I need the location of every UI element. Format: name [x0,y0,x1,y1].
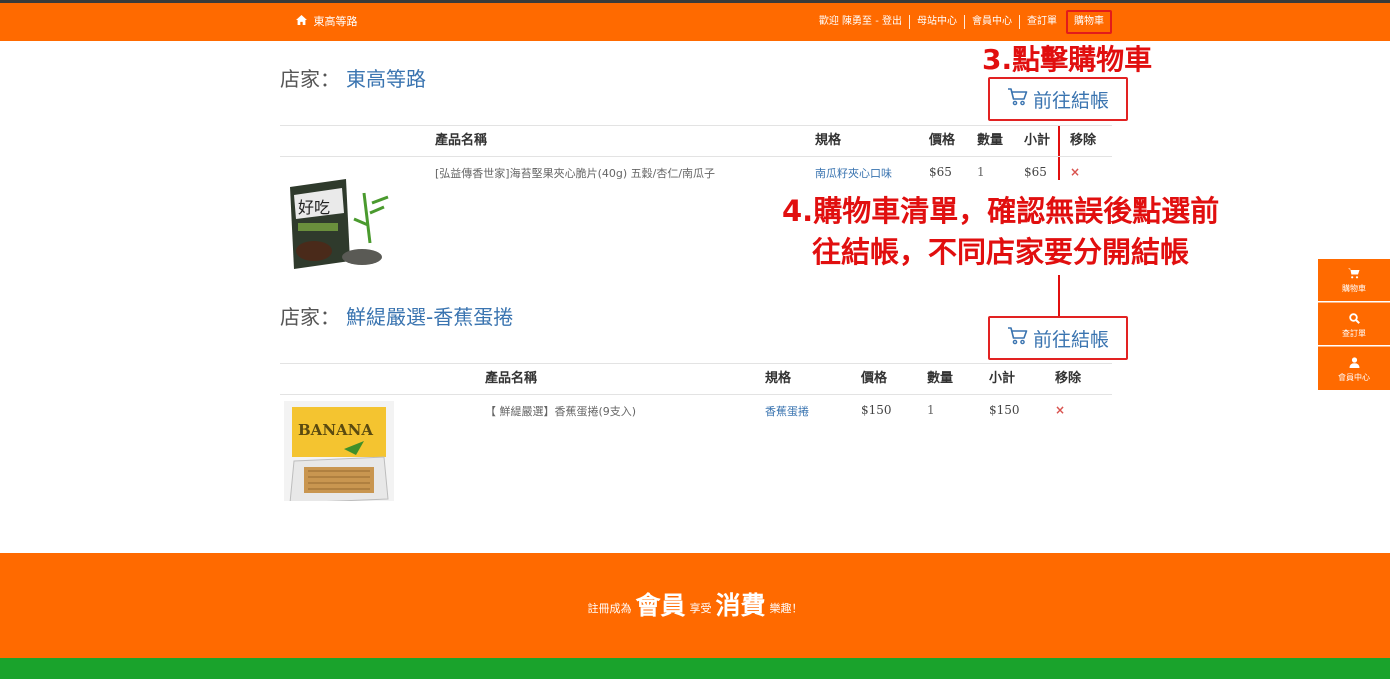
header-spec: 規格 [815,133,842,148]
header-price: 價格 [861,371,888,386]
top-navbar: 東高等路 歡迎 陳勇至 - 登出 母站中心 會員中心 查訂單 購物車 [0,3,1390,41]
store-name-link[interactable]: 東高等路 [346,67,426,91]
footer-green-bar [0,658,1390,679]
footer-text-pre: 註冊成為 [587,602,632,615]
nav-order-lookup[interactable]: 查訂單 [1019,15,1064,29]
search-icon [1318,313,1390,326]
user-icon [1318,357,1390,370]
header-quantity: 數量 [977,133,1004,148]
product-spec: 香蕉蛋捲 [765,405,809,418]
remove-icon[interactable]: × [1055,403,1065,417]
footer-banner: 註冊成為 會員 享受 消費 樂趣！ [0,553,1390,658]
product-quantity[interactable]: 1 [977,165,985,179]
table-row: BANANA 【 鮮緹嚴選】香蕉蛋捲(9支入) 香蕉蛋捲 $150 1 $150… [280,395,1112,513]
checkout-label: 前往結帳 [1032,89,1109,112]
footer-text-mid: 享受 [689,602,712,615]
product-name: 【 鮮緹嚴選】香蕉蛋捲(9支入) [485,405,637,418]
home-icon [296,3,307,41]
header-price: 價格 [929,133,956,148]
svg-text:好吃: 好吃 [298,198,330,217]
cart-icon [1318,268,1390,281]
store-title: 店家： 鮮緹嚴選-香蕉蛋捲 [280,301,513,330]
side-cart-button[interactable]: 購物車 [1318,259,1390,301]
product-spec: 南瓜籽夾心口味 [815,167,892,180]
checkout-button[interactable]: 前往結帳 [988,316,1128,360]
annotation-connector [1058,275,1060,317]
footer-text-post: 樂趣！ [769,602,803,615]
table-header: 產品名稱 規格 價格 數量 小計 移除 [280,126,1112,157]
store-title: 店家： 東高等路 [280,63,426,92]
header-quantity: 數量 [927,371,954,386]
product-subtotal: $65 [1024,165,1047,179]
product-price: $150 [861,403,892,417]
side-cart-label: 購物車 [1342,284,1366,293]
cart-outline-icon [1007,326,1033,351]
product-image-seaweed[interactable]: 好吃 [284,173,394,273]
checkout-button[interactable]: 前往結帳 [988,77,1128,121]
header-product-name: 產品名稱 [485,371,538,386]
remove-icon[interactable]: × [1070,165,1080,179]
cart-outline-icon [1007,87,1033,112]
product-image-banana-roll[interactable]: BANANA [284,401,394,501]
side-member-center-button[interactable]: 會員中心 [1318,346,1390,390]
product-quantity[interactable]: 1 [927,403,935,417]
annotation-step4-line1: 4.購物車清單，確認無誤後點選前 [782,194,1220,228]
store-label: 店家： [280,305,340,329]
header-remove: 移除 [1055,371,1082,386]
store-label: 店家： [280,67,340,91]
side-order-lookup-label: 查訂單 [1342,329,1366,338]
header-subtotal: 小計 [1024,133,1051,148]
side-order-lookup-button[interactable]: 查訂單 [1318,302,1390,345]
table-header: 產品名稱 規格 價格 數量 小計 移除 [280,364,1112,395]
side-member-center-label: 會員中心 [1338,373,1370,382]
footer-text-consume: 消費 [715,591,766,620]
product-subtotal: $150 [989,403,1020,417]
nav-main-site[interactable]: 母站中心 [909,15,964,29]
footer-text-member: 會員 [635,591,686,620]
product-price: $65 [929,165,952,179]
brand-name: 東高等路 [313,15,358,28]
checkout-label: 前往結帳 [1032,328,1109,351]
store-name-link[interactable]: 鮮緹嚴選-香蕉蛋捲 [346,305,513,329]
nav-welcome-logout[interactable]: 歡迎 陳勇至 - 登出 [812,15,909,29]
nav-member-center[interactable]: 會員中心 [964,15,1019,29]
brand-link[interactable]: 東高等路 [296,3,358,41]
header-spec: 規格 [765,371,792,386]
nav-links: 歡迎 陳勇至 - 登出 母站中心 會員中心 查訂單 購物車 [812,3,1112,41]
product-name: [弘益傳香世家]海苔堅果夾心脆片(40g) 五穀/杏仁/南瓜子 [435,167,716,180]
header-product-name: 產品名稱 [435,133,488,148]
nav-cart[interactable]: 購物車 [1066,10,1112,34]
annotation-step4-line2: 往結帳，不同店家要分開結帳 [812,235,1190,269]
cart-table: 產品名稱 規格 價格 數量 小計 移除 BANANA 【 鮮緹嚴選】香蕉蛋捲(9… [280,363,1112,513]
annotation-step3: 3.點擊購物車 [982,43,1153,76]
header-remove: 移除 [1070,133,1097,148]
header-subtotal: 小計 [989,371,1016,386]
svg-text:BANANA: BANANA [298,421,373,439]
